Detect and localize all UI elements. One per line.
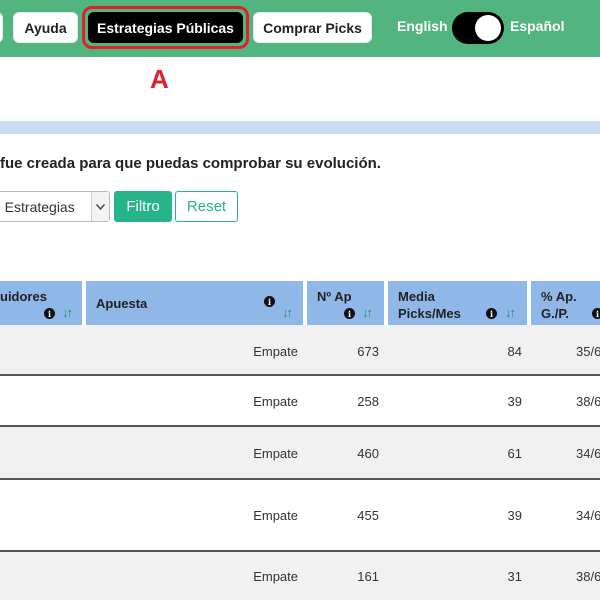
nav-button-ayuda[interactable]: Ayuda bbox=[13, 12, 78, 43]
cell-media-picks: 61 bbox=[507, 446, 522, 461]
column-header-label: % Ap. G./P. bbox=[541, 288, 577, 322]
nav-button-comprar-picks[interactable]: Comprar Picks bbox=[253, 12, 372, 43]
nav-button-partial[interactable] bbox=[0, 12, 3, 43]
column-header-media-picks[interactable]: Media Picks/Mes i ↓↑ bbox=[388, 281, 527, 325]
cell-apuesta: Empate bbox=[253, 446, 298, 461]
column-header-porcentaje[interactable]: % Ap. G./P. i bbox=[531, 281, 600, 325]
reset-button[interactable]: Reset bbox=[175, 191, 238, 222]
column-header-seguidores[interactable]: uidores i ↓↑ bbox=[0, 281, 82, 325]
cell-porcentaje: 38/6 bbox=[576, 394, 600, 409]
page-description: fue creada para que puedas comprobar su … bbox=[0, 155, 381, 172]
cell-media-picks: 39 bbox=[507, 508, 522, 523]
language-spanish-label[interactable]: Español bbox=[510, 18, 564, 34]
cell-porcentaje: 38/6 bbox=[576, 569, 600, 584]
column-header-label: Nº Ap bbox=[317, 289, 352, 304]
table-row[interactable]: Empate 455 39 34/6 bbox=[0, 480, 600, 552]
column-header-apuesta[interactable]: Apuesta i ↓↑ bbox=[86, 281, 303, 325]
filter-button[interactable]: Filtro bbox=[114, 191, 172, 222]
cell-porcentaje: 35/6 bbox=[576, 344, 600, 359]
column-header-label: Media Picks/Mes bbox=[398, 288, 461, 322]
cell-apuesta: Empate bbox=[253, 508, 298, 523]
header-line-1: % Ap. bbox=[541, 289, 577, 304]
cell-media-picks: 84 bbox=[507, 344, 522, 359]
info-icon[interactable]: i bbox=[44, 308, 55, 319]
strategy-select[interactable]: e Estrategias bbox=[0, 191, 110, 222]
table-row[interactable]: Empate 258 39 38/6 bbox=[0, 376, 600, 427]
annotation-label: A bbox=[150, 64, 169, 94]
info-icon[interactable]: i bbox=[486, 308, 497, 319]
cell-apuesta: Empate bbox=[253, 394, 298, 409]
cell-num-apuestas: 161 bbox=[357, 569, 379, 584]
strategy-select-value: e Estrategias bbox=[0, 199, 75, 215]
language-toggle[interactable] bbox=[452, 12, 504, 44]
sort-icon[interactable]: ↓↑ bbox=[505, 305, 516, 320]
cell-num-apuestas: 673 bbox=[357, 344, 379, 359]
table-row[interactable]: Empate 460 61 34/6 bbox=[0, 427, 600, 480]
highlight-annotation-ring bbox=[82, 6, 249, 49]
cell-media-picks: 39 bbox=[507, 394, 522, 409]
column-header-label: Apuesta bbox=[96, 296, 148, 311]
table-row[interactable]: Empate 673 84 35/6 bbox=[0, 325, 600, 376]
header-line-1: Media bbox=[398, 289, 435, 304]
page: Ayuda Estrategias Públicas Comprar Picks… bbox=[0, 0, 600, 600]
cell-porcentaje: 34/6 bbox=[576, 446, 600, 461]
sort-icon[interactable]: ↓↑ bbox=[62, 305, 73, 320]
info-icon[interactable]: i bbox=[344, 308, 355, 319]
language-english-label[interactable]: English bbox=[397, 18, 448, 34]
cell-num-apuestas: 460 bbox=[357, 446, 379, 461]
chevron-down-icon bbox=[91, 192, 109, 221]
header-line-2: Picks/Mes bbox=[398, 306, 461, 321]
toggle-knob bbox=[475, 15, 501, 41]
column-header-num-apuestas[interactable]: Nº Ap i ↓↑ bbox=[307, 281, 384, 325]
cell-apuesta: Empate bbox=[253, 344, 298, 359]
cell-porcentaje: 34/6 bbox=[576, 508, 600, 523]
info-icon[interactable]: i bbox=[592, 308, 600, 319]
sort-icon[interactable]: ↓↑ bbox=[282, 305, 293, 320]
top-navigation-bar: Ayuda Estrategias Públicas Comprar Picks… bbox=[0, 0, 600, 57]
info-icon[interactable]: i bbox=[264, 296, 275, 307]
sort-icon[interactable]: ↓↑ bbox=[362, 305, 373, 320]
cell-num-apuestas: 258 bbox=[357, 394, 379, 409]
cell-num-apuestas: 455 bbox=[357, 508, 379, 523]
header-line-2: G./P. bbox=[541, 306, 569, 321]
column-header-label: uidores bbox=[0, 289, 47, 304]
cell-apuesta: Empate bbox=[253, 569, 298, 584]
section-divider-band bbox=[0, 121, 600, 134]
cell-media-picks: 31 bbox=[507, 569, 522, 584]
table-row[interactable]: Empate 161 31 38/6 bbox=[0, 552, 600, 600]
